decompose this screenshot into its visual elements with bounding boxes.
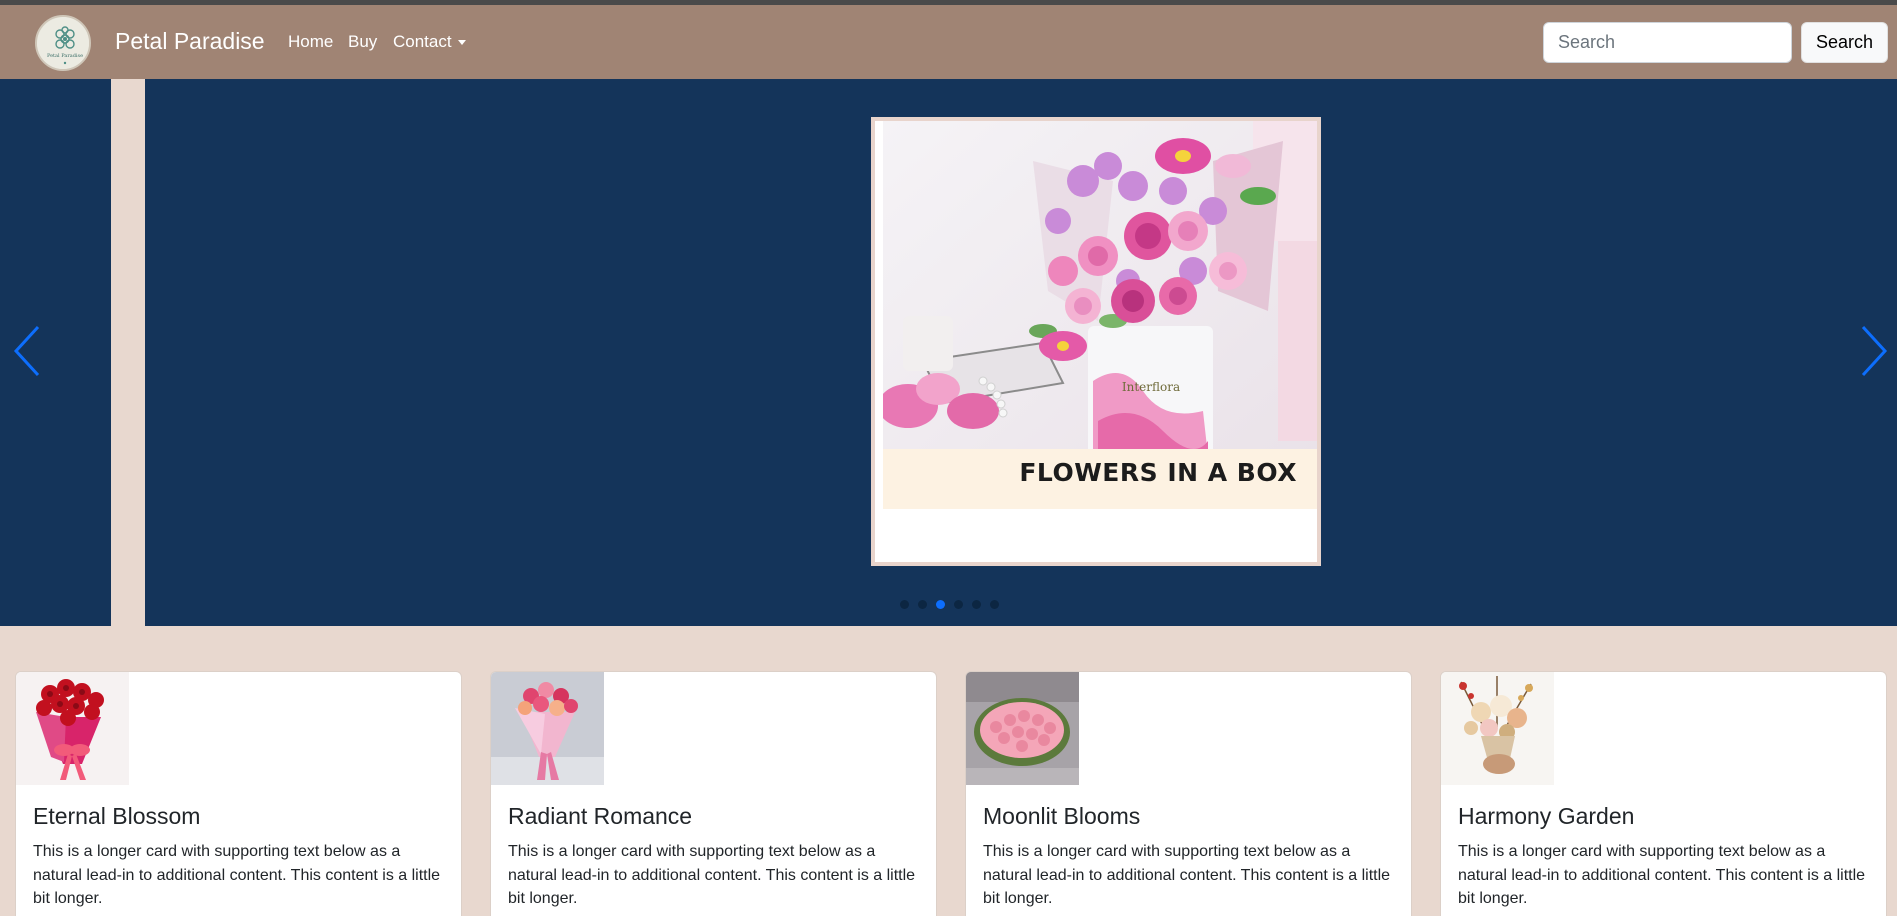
product-card[interactable]: Radiant Romance This is a longer card wi… — [490, 671, 937, 916]
nav-contact-dropdown[interactable]: Contact — [393, 32, 466, 52]
card-title: Eternal Blossom — [33, 803, 201, 829]
card-title: Harmony Garden — [1458, 803, 1635, 829]
product-card[interactable]: Moonlit Blooms This is a longer card wit… — [965, 671, 1412, 916]
card-text: This is a longer card with supporting te… — [508, 843, 916, 907]
navbar: Petal Paradise Petal Paradise Home Buy C… — [0, 5, 1897, 79]
card-image-eternal-blossom — [16, 672, 129, 785]
card-image-radiant-romance — [491, 672, 604, 785]
carousel-indicator-1[interactable] — [900, 600, 909, 609]
card-image-harmony-garden — [1441, 672, 1554, 785]
carousel-indicator-6[interactable] — [990, 600, 999, 609]
carousel-indicator-4[interactable] — [954, 600, 963, 609]
carousel-indicator-2[interactable] — [918, 600, 927, 609]
carousel-indicator-5[interactable] — [972, 600, 981, 609]
nav-contact-label: Contact — [393, 32, 452, 51]
search-button[interactable]: Search — [1801, 22, 1888, 63]
card-text: This is a longer card with supporting te… — [1458, 843, 1866, 907]
chevron-right-icon — [1861, 325, 1888, 377]
chevron-left-icon — [13, 325, 40, 377]
carousel-prev-button[interactable] — [8, 321, 48, 381]
product-card[interactable]: Eternal Blossom This is a longer card wi… — [15, 671, 462, 916]
card-text: This is a longer card with supporting te… — [33, 843, 441, 907]
flower-logo-icon: Petal Paradise — [37, 17, 89, 69]
svg-text:Petal Paradise: Petal Paradise — [47, 53, 83, 59]
carousel-indicator-3[interactable] — [936, 600, 945, 609]
product-card[interactable]: Harmony Garden This is a longer card wit… — [1440, 671, 1887, 916]
svg-text:Interflora: Interflora — [1122, 380, 1180, 394]
card-title: Radiant Romance — [508, 803, 693, 829]
carousel-next-button[interactable] — [1853, 321, 1893, 381]
caret-down-icon — [457, 40, 466, 46]
brand-name[interactable]: Petal Paradise — [115, 28, 265, 55]
slide-caption: FLOWERS IN A BOX — [1019, 458, 1297, 487]
carousel-side-strip — [111, 79, 145, 626]
search-input[interactable] — [1543, 22, 1792, 63]
card-title: Moonlit Blooms — [983, 803, 1141, 829]
card-text: This is a longer card with supporting te… — [983, 843, 1391, 907]
carousel-slide: Interflora FLOWERS IN A BOX — [871, 117, 1321, 566]
brand-logo[interactable]: Petal Paradise — [35, 15, 91, 71]
hero-carousel: Interflora FLOWERS IN A BOX — [0, 79, 1897, 626]
nav-buy[interactable]: Buy — [348, 32, 377, 52]
flowers-in-box-image: Interflora FLOWERS IN A BOX — [883, 121, 1317, 509]
nav-home[interactable]: Home — [288, 32, 333, 52]
card-image-moonlit-blooms — [966, 672, 1079, 785]
